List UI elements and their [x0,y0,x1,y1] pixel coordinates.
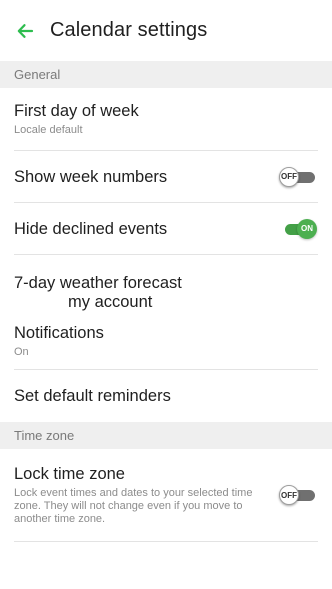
hide-declined-events-toggle[interactable]: ON [279,218,317,239]
lock-time-zone-toggle[interactable]: OFF [279,485,317,505]
toggle-knob: ON [297,218,317,239]
app-bar: Calendar settings [0,0,332,61]
calendar-settings-screen: Calendar settings General First day of w… [0,0,332,589]
show-week-numbers-setting[interactable]: Show week numbers OFF [0,151,332,202]
arrow-left-icon[interactable] [14,20,36,42]
section-header-general: General [0,61,332,88]
weather-forecast-label: 7-day weather forecast [14,274,182,292]
show-week-numbers-label: Show week numbers [14,167,168,186]
first-day-of-week-label: First day of week [14,102,139,120]
hide-declined-events-label: Hide declined events [14,219,168,238]
toggle-knob: OFF [279,485,299,505]
notifications-setting[interactable]: Notifications On [0,313,332,369]
page-title: Calendar settings [50,19,208,41]
lock-time-zone-label: Lock time zone [14,465,125,483]
first-day-of-week-setting[interactable]: First day of week Locale default [0,88,332,150]
weather-account-label: my account [68,293,153,311]
divider [14,541,318,542]
section-header-time-zone: Time zone [0,422,332,449]
set-default-reminders-setting[interactable]: Set default reminders [0,370,332,422]
lock-time-zone-description: Lock event times and dates to your selec… [14,487,253,525]
show-week-numbers-toggle[interactable]: OFF [279,166,317,187]
notifications-label: Notifications [14,324,104,342]
first-day-of-week-value: Locale default [14,124,83,136]
lock-time-zone-setting[interactable]: Lock time zone Lock event times and date… [0,449,332,541]
toggle-knob: OFF [279,166,299,187]
weather-forecast-setting[interactable]: 7-day weather forecast my account [0,255,332,313]
set-default-reminders-label: Set default reminders [14,387,171,405]
hide-declined-events-setting[interactable]: Hide declined events ON [0,203,332,254]
notifications-value: On [14,346,29,358]
